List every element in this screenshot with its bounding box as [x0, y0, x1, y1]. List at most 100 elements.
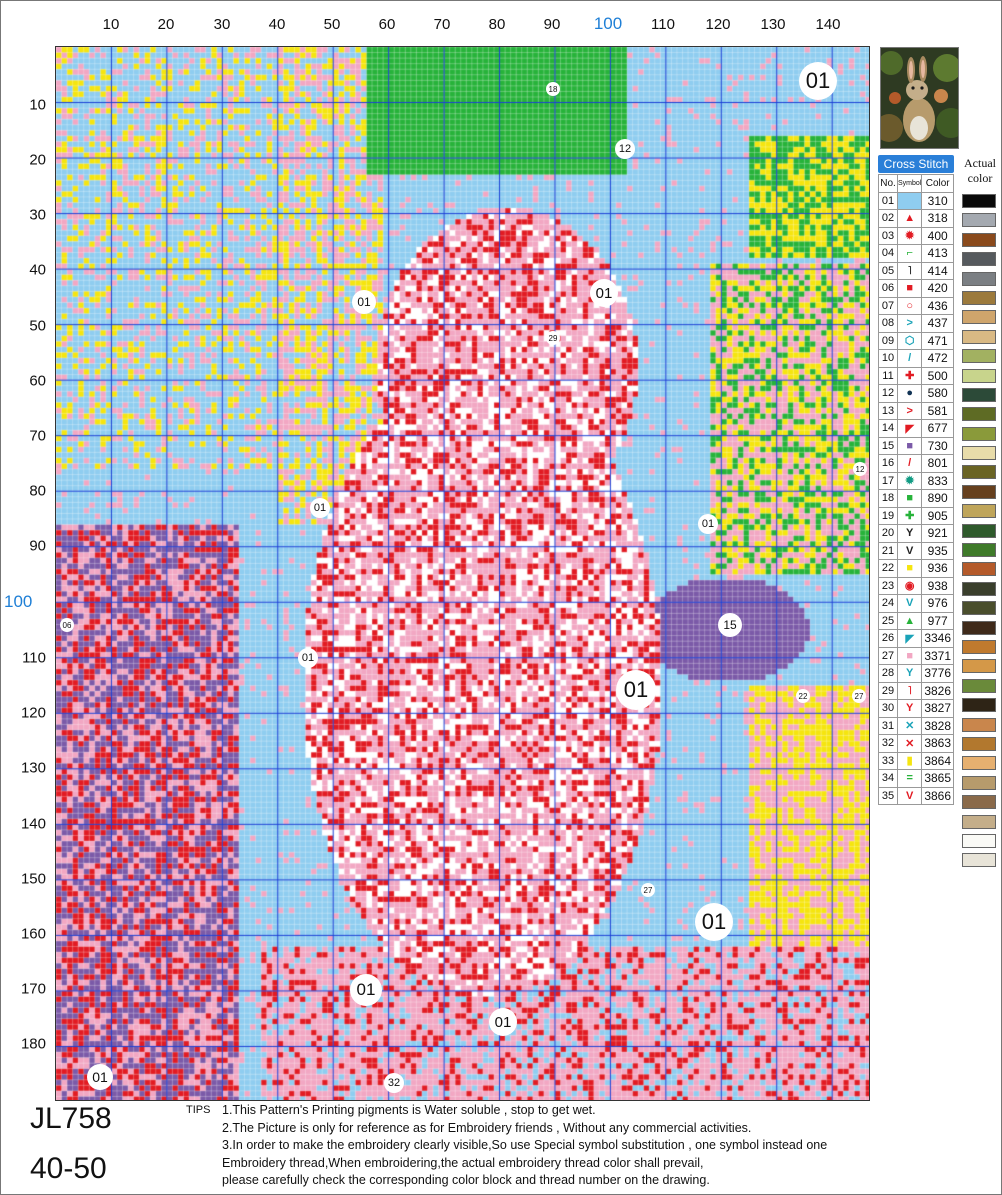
legend-symbol-icon: ◤ — [896, 419, 923, 438]
region-label: 06 — [60, 618, 74, 632]
legend-number: 32 — [878, 734, 898, 753]
legend-thread-number: 3864 — [921, 751, 954, 770]
actual-color-swatch — [962, 562, 996, 577]
legend-row: 07 ○ 436 — [878, 296, 954, 315]
legend-row: 22 ■ 936 — [878, 559, 954, 578]
y-axis-label: 70 — [29, 427, 46, 445]
legend-number: 25 — [878, 611, 898, 630]
x-axis-label: 60 — [378, 16, 396, 33]
legend-symbol-icon: / — [896, 349, 923, 368]
region-label: 01 — [799, 62, 837, 100]
legend-number: 07 — [878, 296, 898, 315]
legend-symbol-icon: ✹ — [896, 226, 923, 245]
stitch-pattern-grid — [55, 46, 870, 1101]
actual-color-swatch — [962, 252, 996, 267]
legend-symbol-icon: V — [896, 594, 923, 613]
actual-color-swatch — [962, 329, 996, 344]
legend-symbol-icon: ■ — [896, 191, 923, 210]
legend-row: 21 V 935 — [878, 541, 954, 560]
legend-symbol-icon: > — [896, 314, 923, 333]
legend-number: 04 — [878, 244, 898, 263]
actual-color-header: Actual color — [964, 156, 996, 185]
legend-number: 27 — [878, 646, 898, 665]
legend-number: 30 — [878, 699, 898, 718]
legend-thread-number: 500 — [921, 366, 954, 385]
legend-thread-number: 400 — [921, 226, 954, 245]
legend-col-no: No. — [878, 174, 898, 193]
legend-symbol-icon: ˥ — [896, 681, 923, 700]
actual-color-swatch — [962, 446, 996, 461]
legend-thread-number: 935 — [921, 541, 954, 560]
legend-number: 31 — [878, 716, 898, 735]
legend-symbol-icon: Y — [896, 664, 923, 683]
legend-number: 22 — [878, 559, 898, 578]
y-axis-label: 110 — [22, 649, 46, 667]
actual-color-swatch — [962, 698, 996, 713]
legend-symbol-icon: ⌐ — [896, 244, 923, 263]
legend-thread-number: 976 — [921, 594, 954, 613]
y-axis-label: 10 — [29, 96, 46, 114]
actual-color-swatch — [962, 620, 996, 635]
legend-thread-number: 921 — [921, 524, 954, 543]
region-label: 01 — [310, 498, 330, 518]
legend-number: 05 — [878, 261, 898, 280]
actual-color-swatches — [962, 194, 996, 873]
legend-thread-number: 580 — [921, 384, 954, 403]
legend-row: 30 Y 3827 — [878, 699, 954, 718]
actual-color-swatch — [962, 504, 996, 519]
legend-number: 28 — [878, 664, 898, 683]
x-axis-label: 20 — [157, 16, 175, 33]
legend-thread-number: 414 — [921, 261, 954, 280]
actual-color-swatch — [962, 659, 996, 674]
legend-thread-number: 936 — [921, 559, 954, 578]
y-axis-label: 90 — [29, 537, 46, 555]
legend-thread-number: 730 — [921, 436, 954, 455]
tip-line: 1.This Pattern's Printing pigments is Wa… — [222, 1103, 596, 1117]
legend-row: 16/801 — [878, 454, 954, 473]
region-label: 15 — [718, 613, 742, 637]
legend-thread-number: 437 — [921, 314, 954, 333]
legend-symbol-icon: ✚ — [896, 506, 923, 525]
legend-row: 28 Y 3776 — [878, 664, 954, 683]
legend-thread-number: 801 — [921, 454, 954, 473]
legend-symbol-icon: ■ — [896, 559, 923, 578]
legend-row: 17 ✹ 833 — [878, 471, 954, 490]
y-axis-label: 160 — [20, 925, 46, 943]
region-label: 01 — [489, 1008, 517, 1036]
actual-color-swatch — [962, 271, 996, 286]
legend-symbol-icon: ■ — [896, 489, 923, 508]
legend-number: 21 — [878, 541, 898, 560]
region-label: 01 — [352, 290, 376, 314]
x-axis-label: 90 — [543, 16, 561, 33]
actual-color-swatch — [962, 194, 996, 208]
legend-symbol-icon: ▲ — [896, 209, 923, 228]
y-axis-label: 130 — [20, 759, 46, 777]
region-label: 01 — [590, 279, 618, 307]
region-label: 27 — [852, 689, 866, 703]
legend-number: 34 — [878, 769, 898, 788]
legend-number: 35 — [878, 786, 898, 805]
legend-row: 29 ˥ 3826 — [878, 681, 954, 700]
y-axis-label: 50 — [29, 317, 46, 335]
region-label: 32 — [384, 1073, 404, 1093]
legend-row: 24 V 976 — [878, 594, 954, 613]
legend-symbol-icon: ▲ — [896, 611, 923, 630]
region-label: 12 — [615, 139, 635, 159]
actual-color-swatch — [962, 407, 996, 422]
legend-symbol-icon: ✕ — [896, 734, 923, 753]
x-axis-label: 80 — [488, 16, 506, 33]
actual-color-swatch — [962, 756, 996, 771]
legend-thread-number: 3863 — [921, 734, 954, 753]
actual-color-swatch — [962, 523, 996, 538]
legend-row: 19 ✚ 905 — [878, 506, 954, 525]
actual-color-swatch — [962, 426, 996, 441]
legend-row: 35 V 3866 — [878, 786, 954, 805]
legend-number: 33 — [878, 751, 898, 770]
y-axis-label: 30 — [29, 206, 46, 224]
pattern-code: JL758 — [30, 1102, 112, 1135]
legend-number: 10 — [878, 349, 898, 368]
legend-row: 18 ■ 890 — [878, 489, 954, 508]
tips-text: 1.This Pattern's Printing pigments is Wa… — [222, 1102, 872, 1190]
legend-symbol-icon: ⬡ — [896, 331, 923, 350]
legend-symbol-icon: ■ — [896, 436, 923, 455]
